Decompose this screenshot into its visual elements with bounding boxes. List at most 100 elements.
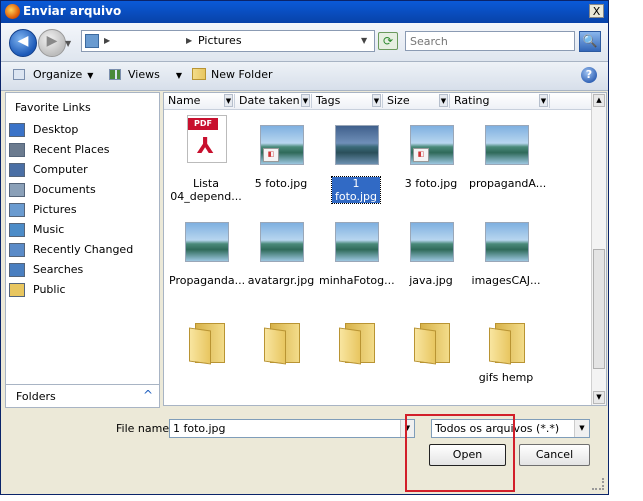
image-thumbnail-icon <box>410 222 454 262</box>
new-folder-button[interactable]: New Folder <box>192 68 272 81</box>
column-header-tags[interactable]: Tags ▼ <box>312 94 383 108</box>
file-item[interactable]: 1 foto.jpg <box>319 113 393 204</box>
forward-button[interactable]: ▶ <box>38 29 66 57</box>
file-dialog-window: Enviar arquivo X ◀ ▶ ▼ ▶ ▶ Pictures ▼ ⟳ … <box>0 0 609 495</box>
file-item-label: 5 foto.jpg <box>254 177 308 190</box>
column-header-label: Name <box>168 94 201 107</box>
resize-grip[interactable] <box>592 478 604 490</box>
file-item[interactable]: Propaganda... <box>169 210 245 290</box>
file-name-label: File name: <box>116 422 173 435</box>
sidebar-item-searches[interactable]: Searches <box>9 261 157 279</box>
column-header-rating[interactable]: Rating ▼ <box>450 94 550 108</box>
highlight-box <box>405 414 515 492</box>
address-bar[interactable]: ▶ ▶ Pictures ▼ <box>81 30 375 52</box>
breadcrumb-hidden-segment[interactable] <box>116 31 190 51</box>
searches-icon <box>9 263 25 277</box>
search-button[interactable]: 🔍 <box>579 31 601 52</box>
desktop-icon <box>9 123 25 137</box>
file-item-label: minhaFotog... <box>319 274 395 287</box>
file-item-label: 1 foto.jpg <box>331 176 381 204</box>
column-header-row: Name ▼ Date taken ▼ Tags ▼ Size ▼ Rating ▼ <box>164 93 592 110</box>
folder-item[interactable]: gifs hemp <box>469 307 543 387</box>
address-dropdown-icon[interactable]: ▼ <box>361 36 367 45</box>
column-filter-dropdown-icon[interactable]: ▼ <box>439 94 448 107</box>
folder-item[interactable] <box>169 307 243 387</box>
close-button[interactable]: X <box>589 4 604 18</box>
collapse-caret-icon: ^ <box>142 388 153 402</box>
file-item[interactable]: propagandA... <box>469 113 546 193</box>
image-thumbnail-icon <box>335 222 379 262</box>
column-filter-dropdown-icon[interactable]: ▼ <box>301 94 310 107</box>
file-name-value: 1 foto.jpg <box>173 422 226 435</box>
scroll-up-icon[interactable]: ▲ <box>593 94 605 107</box>
folder-front-shape <box>489 327 511 365</box>
sidebar-item-label: Public <box>33 283 66 296</box>
file-item[interactable]: minhaFotog... <box>319 210 395 290</box>
organize-label: Organize <box>33 68 83 81</box>
folder-item[interactable] <box>244 307 318 387</box>
favorite-links-heading: Favorite Links <box>15 101 91 114</box>
sidebar-item-documents[interactable]: Documents <box>9 181 157 199</box>
file-item[interactable]: avatargr.jpg <box>244 210 318 290</box>
folder-front-shape <box>339 327 361 365</box>
pdf-file-icon: PDF ⅄ <box>187 115 227 163</box>
column-header-name[interactable]: Name ▼ <box>164 94 235 108</box>
column-filter-dropdown-icon[interactable]: ▼ <box>539 94 548 107</box>
folders-toggle[interactable]: Folders ^ <box>5 384 160 408</box>
file-item[interactable]: PDF ⅄ Lista 04_depend... <box>169 113 243 203</box>
file-name-input[interactable]: 1 foto.jpg ▼ <box>169 419 415 438</box>
folder-icon <box>264 323 302 365</box>
file-item-label: avatargr.jpg <box>247 274 315 287</box>
column-filter-dropdown-icon[interactable]: ▼ <box>372 94 381 107</box>
organize-menu[interactable]: Organize ▼ <box>13 68 93 81</box>
image-thumbnail-icon <box>485 125 529 165</box>
folder-icon <box>189 323 227 365</box>
organize-dropdown-icon: ▼ <box>87 71 94 80</box>
sidebar-item-computer[interactable]: Computer <box>9 161 157 179</box>
sidebar-item-recent-places[interactable]: Recent Places <box>9 141 157 159</box>
folder-item[interactable] <box>319 307 393 387</box>
breadcrumb-arrow-icon[interactable]: ▶ <box>186 36 192 45</box>
folder-front-shape <box>264 327 286 365</box>
folder-item[interactable] <box>394 307 468 387</box>
sidebar-item-pictures[interactable]: Pictures <box>9 201 157 219</box>
pictures-location-icon <box>85 34 99 48</box>
file-item[interactable]: java.jpg <box>394 210 468 290</box>
file-item[interactable]: imagesCAJ... <box>469 210 543 290</box>
back-arrow-icon: ◀ <box>17 33 29 49</box>
image-thumbnail-icon <box>335 125 379 165</box>
folder-icon <box>414 323 452 365</box>
column-header-size[interactable]: Size ▼ <box>383 94 450 108</box>
file-item-label: java.jpg <box>409 274 453 287</box>
breadcrumb-arrow-icon[interactable]: ▶ <box>104 36 110 45</box>
history-dropdown-icon[interactable]: ▼ <box>65 39 71 48</box>
refresh-button[interactable]: ⟳ <box>378 32 398 50</box>
vertical-scrollbar[interactable]: ▲ ▼ <box>591 93 606 405</box>
sidebar-item-label: Documents <box>33 183 96 196</box>
sidebar-item-label: Searches <box>33 263 84 276</box>
folder-front-shape <box>189 327 211 365</box>
sidebar-item-recently-changed[interactable]: Recently Changed <box>9 241 157 259</box>
column-filter-dropdown-icon[interactable]: ▼ <box>224 94 233 107</box>
scroll-down-icon[interactable]: ▼ <box>593 391 605 404</box>
breadcrumb-location[interactable]: Pictures <box>198 34 242 47</box>
column-header-date-taken[interactable]: Date taken ▼ <box>235 94 312 108</box>
image-thumbnail-icon <box>185 222 229 262</box>
sidebar-item-public[interactable]: Public <box>9 281 157 299</box>
file-item[interactable]: ◧ 5 foto.jpg <box>244 113 318 193</box>
image-thumbnail-icon: ◧ <box>410 125 454 165</box>
cancel-button[interactable]: Cancel <box>519 444 590 466</box>
folders-label: Folders <box>16 390 56 403</box>
file-type-dropdown-icon[interactable]: ▼ <box>574 420 589 437</box>
scroll-thumb[interactable] <box>593 249 605 369</box>
file-item[interactable]: ◧ 3 foto.jpg <box>394 113 468 193</box>
search-icon: 🔍 <box>582 34 598 48</box>
back-button[interactable]: ◀ <box>9 29 37 57</box>
firefox-icon <box>5 4 20 19</box>
help-icon[interactable]: ? <box>581 67 597 83</box>
search-input[interactable] <box>405 31 575 51</box>
sidebar-item-music[interactable]: Music <box>9 221 157 239</box>
views-menu[interactable]: Views ▼ <box>109 68 182 81</box>
folder-icon <box>339 323 377 365</box>
sidebar-item-desktop[interactable]: Desktop <box>9 121 157 139</box>
